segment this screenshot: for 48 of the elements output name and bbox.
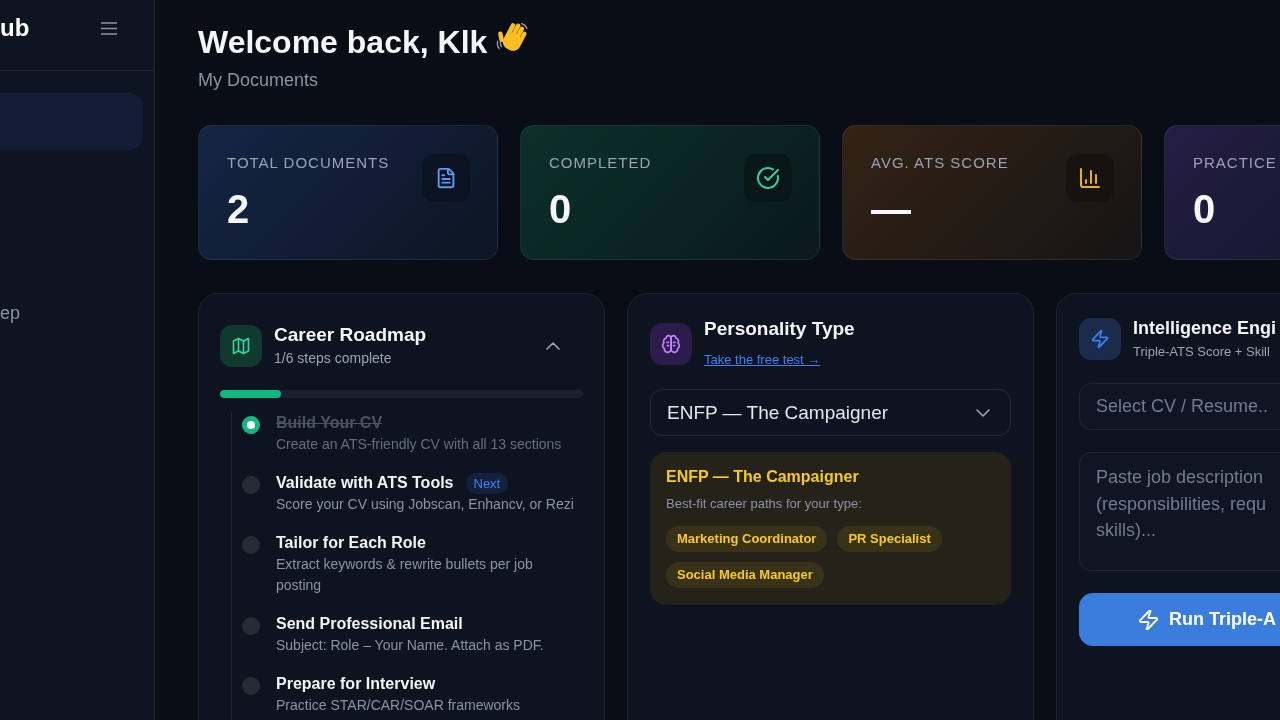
stat-value: —: [871, 187, 911, 231]
lightning-icon: [1079, 317, 1121, 360]
stat-value: 2: [227, 187, 250, 231]
card-title: Personality Type: [704, 317, 855, 341]
step-title: Build Your CV: [276, 413, 383, 433]
stat-value: 0: [549, 187, 572, 231]
stat-label: AVG. ATS SCORE: [871, 154, 1009, 172]
run-analysis-button[interactable]: Run Triple-A: [1079, 593, 1280, 646]
chevron-up-icon[interactable]: [546, 341, 560, 350]
document-icon: [422, 154, 470, 202]
brain-icon: [650, 322, 692, 365]
step-badge: Next: [465, 472, 509, 494]
stat-value: 0: [1193, 187, 1216, 231]
steps-count: 1/6 steps complete: [274, 349, 392, 368]
career-chip: Marketing Coordinator: [666, 526, 828, 552]
free-test-link[interactable]: Take the free test →: [704, 350, 821, 370]
career-chip: PR Specialist: [837, 526, 942, 552]
step-title: Prepare for Interview: [276, 674, 436, 694]
result-subtitle: Best-fit career paths for your type:: [666, 495, 862, 513]
lightning-icon: [1139, 609, 1158, 630]
result-title: ENFP — The Campaigner: [666, 467, 859, 487]
page-subtitle: My Documents: [198, 69, 319, 92]
welcome-heading: Welcome back, Klk: [198, 23, 488, 62]
brand-name: ub: [0, 14, 30, 42]
step-description: Subject: Role – Your Name. Attach as PDF.: [276, 636, 544, 655]
card-title: Career Roadmap: [274, 323, 427, 347]
stat-label: PRACTICE: [1193, 154, 1277, 172]
sidebar-nav-item[interactable]: ep: [0, 285, 21, 342]
stat-label: COMPLETED: [549, 154, 652, 172]
card-title: Intelligence Engi: [1133, 317, 1277, 340]
card-subtitle: Triple-ATS Score + Skill: [1133, 343, 1270, 361]
step-title: Send Professional Email: [276, 614, 463, 634]
step-status-icon[interactable]: [242, 416, 260, 434]
menu-icon[interactable]: [101, 21, 117, 35]
personality-select[interactable]: ENFP — The Campaigner: [650, 389, 1011, 436]
step-title: Tailor for Each Role: [276, 533, 426, 553]
bar-chart-icon: [1066, 154, 1114, 202]
cv-select-field[interactable]: Select CV / Resume..: [1079, 383, 1280, 430]
chevron-down-icon: [976, 408, 990, 417]
step-description: Extract keywords & rewrite bullets per job posting: [276, 555, 534, 595]
map-icon: [220, 324, 262, 367]
step-description: Score your CV using Jobscan, Enhancv, or Rezi: [276, 495, 574, 514]
step-description: Practice STAR/CAR/SOAR frameworks: [276, 696, 520, 715]
step-title: Validate with ATS Tools: [276, 473, 454, 493]
step-description: Create an ATS-friendly CV with all 13 sections: [276, 435, 562, 454]
career-chip: Social Media Manager: [666, 562, 824, 588]
stat-label: TOTAL DOCUMENTS: [227, 154, 390, 172]
job-description-field[interactable]: Paste job description (responsibilities, requ skills)...: [1079, 452, 1280, 571]
